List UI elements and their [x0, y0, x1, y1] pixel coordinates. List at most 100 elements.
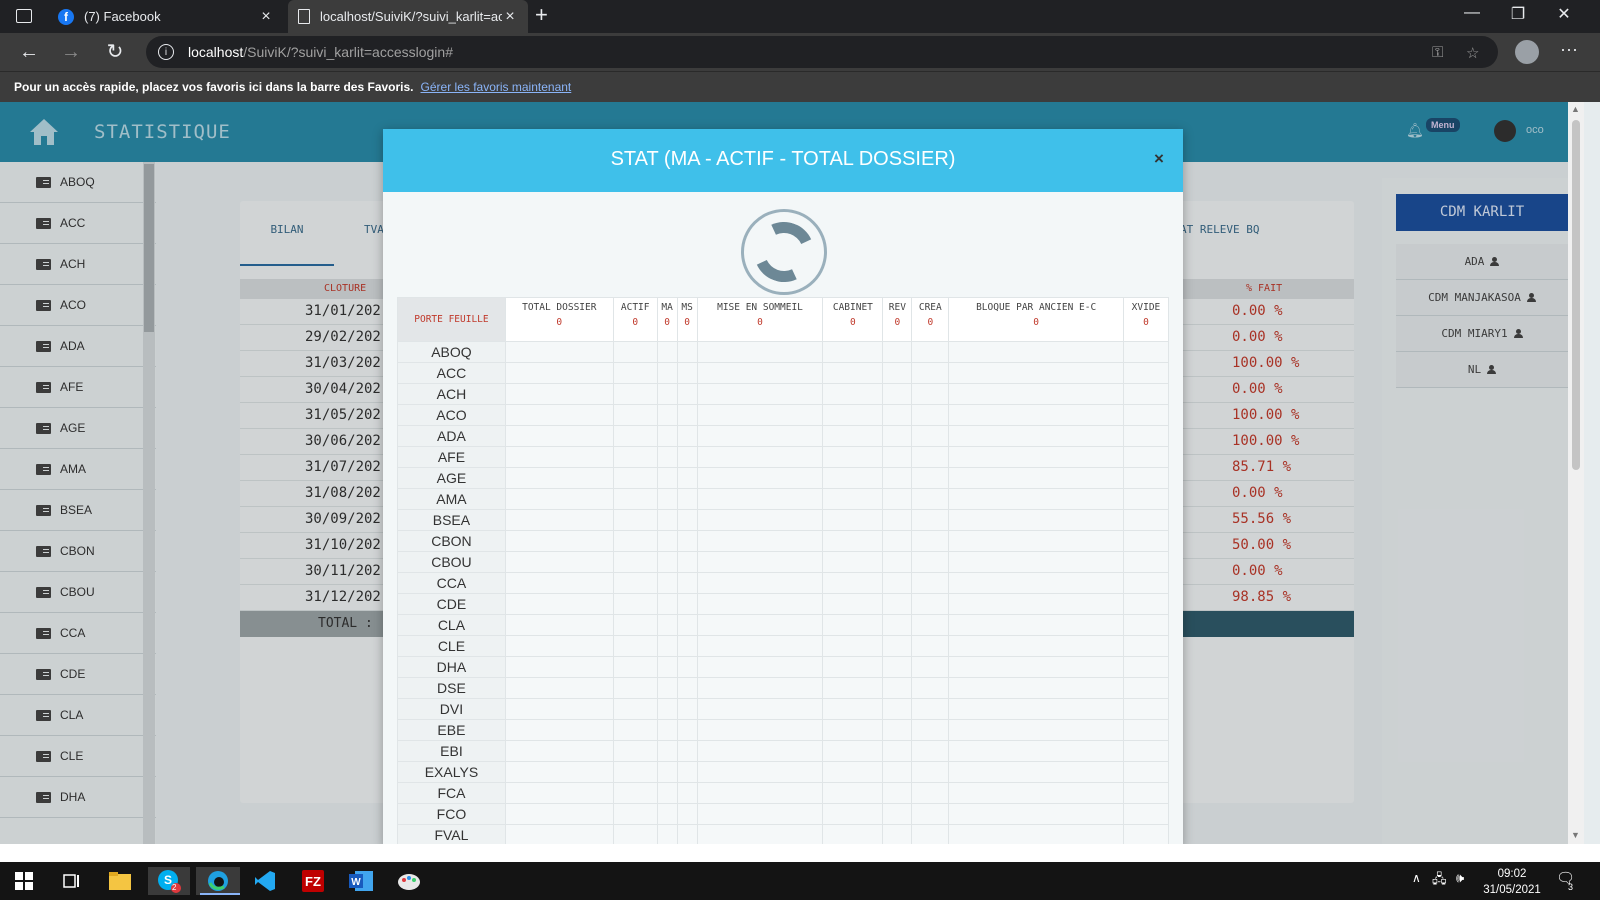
- tab-actions-icon[interactable]: [16, 9, 32, 23]
- word-icon[interactable]: W: [346, 867, 376, 895]
- scroll-up-icon[interactable]: ▲: [1571, 104, 1580, 114]
- volume-icon[interactable]: 🕪︎: [1456, 870, 1464, 886]
- restore-icon[interactable]: ❐: [1498, 4, 1538, 24]
- table-cell: [696, 782, 824, 804]
- page-viewport: STATISTIQUE 🔔︎ Menu oco ABOQ ACC ACH ACO…: [0, 102, 1600, 844]
- table-cell: [504, 803, 614, 825]
- table-cell: [882, 572, 913, 594]
- table-cell: [948, 488, 1124, 510]
- more-options-icon[interactable]: ···: [1560, 39, 1578, 60]
- close-tab-icon[interactable]: ×: [258, 8, 274, 26]
- skype-icon[interactable]: S 2: [148, 867, 190, 895]
- vscode-icon[interactable]: [250, 867, 280, 895]
- table-cell: [948, 446, 1124, 468]
- windows-start-icon[interactable]: [9, 867, 39, 895]
- table-cell: [696, 572, 824, 594]
- table-cell: [504, 488, 614, 510]
- url-field[interactable]: i localhost/SuiviK/?suivi_karlit=accessl…: [146, 36, 1498, 68]
- forward-icon[interactable]: →: [58, 39, 84, 65]
- windows-taskbar: S 2 FZ W ∧ 🖧︎ 🕪︎ 09:02 31/05/2021 🗨︎ 3: [0, 862, 1600, 900]
- portfolio-name: AFE: [397, 446, 506, 468]
- table-row: ABOQ: [397, 341, 1170, 363]
- favorites-bar: Pour un accès rapide, placez vos favoris…: [0, 71, 1600, 102]
- tray-chevron-icon[interactable]: ∧: [1412, 871, 1421, 885]
- table-row: AMA: [397, 488, 1170, 510]
- paint-icon[interactable]: [394, 867, 424, 895]
- table-cell: [911, 614, 950, 636]
- table-cell: [822, 740, 884, 762]
- table-cell: [822, 404, 884, 426]
- key-icon[interactable]: ⚿: [1432, 44, 1443, 61]
- info-icon[interactable]: i: [158, 44, 174, 60]
- vertical-scroll-thumb[interactable]: [1572, 120, 1580, 470]
- table-cell: [948, 614, 1124, 636]
- table-cell: [822, 530, 884, 552]
- scroll-down-icon[interactable]: ▼: [1571, 830, 1580, 840]
- add-favorite-icon[interactable]: ☆: [1466, 44, 1479, 62]
- table-cell: [676, 362, 698, 384]
- col-header: CREA 0: [911, 297, 950, 342]
- table-cell: [656, 677, 678, 699]
- close-icon[interactable]: ×: [1154, 149, 1164, 169]
- table-cell: [911, 467, 950, 489]
- table-cell: [1122, 467, 1170, 489]
- table-cell: [612, 614, 658, 636]
- page-icon: [298, 9, 310, 24]
- profile-avatar[interactable]: [1515, 40, 1539, 64]
- table-cell: [911, 404, 950, 426]
- portfolio-name: AGE: [397, 467, 506, 489]
- back-icon[interactable]: ←: [16, 39, 42, 65]
- table-cell: [504, 572, 614, 594]
- table-cell: [656, 572, 678, 594]
- table-cell: [656, 341, 678, 363]
- table-cell: [504, 614, 614, 636]
- table-cell: [656, 761, 678, 783]
- table-cell: [911, 362, 950, 384]
- table-row: AFE: [397, 446, 1170, 468]
- tab-localhost[interactable]: localhost/SuiviK/?suivi_karlit=acc ×: [288, 0, 528, 33]
- table-cell: [882, 593, 913, 615]
- portfolio-name: ACO: [397, 404, 506, 426]
- table-cell: [882, 677, 913, 699]
- file-explorer-icon[interactable]: [105, 867, 135, 895]
- table-cell: [911, 446, 950, 468]
- table-cell: [882, 782, 913, 804]
- table-cell: [1122, 341, 1170, 363]
- task-view-icon[interactable]: [57, 867, 87, 895]
- window-close-icon[interactable]: ✕: [1544, 4, 1584, 24]
- manage-favorites-link[interactable]: Gérer les favoris maintenant: [421, 80, 572, 94]
- network-icon[interactable]: 🖧︎: [1432, 870, 1447, 892]
- table-cell: [656, 635, 678, 657]
- table-cell: [504, 677, 614, 699]
- clock[interactable]: 09:02 31/05/2021: [1480, 866, 1544, 898]
- table-row: AGE: [397, 467, 1170, 489]
- table-cell: [948, 530, 1124, 552]
- close-tab-icon[interactable]: ×: [502, 8, 518, 26]
- table-cell: [612, 782, 658, 804]
- col-header: REV 0: [882, 297, 913, 342]
- filezilla-icon[interactable]: FZ: [298, 867, 328, 895]
- reload-icon[interactable]: ↻: [102, 39, 128, 65]
- page-vertical-scrollbar[interactable]: ▲ ▼: [1568, 102, 1584, 844]
- table-cell: [882, 341, 913, 363]
- table-cell: [612, 404, 658, 426]
- favorites-hint: Pour un accès rapide, placez vos favoris…: [14, 80, 414, 94]
- table-cell: [911, 551, 950, 573]
- table-cell: [911, 593, 950, 615]
- table-cell: [504, 740, 614, 762]
- table-cell: [882, 635, 913, 657]
- table-cell: [612, 383, 658, 405]
- minimize-icon[interactable]: —: [1452, 4, 1492, 22]
- tab-facebook[interactable]: f (7) Facebook ×: [48, 0, 284, 33]
- table-cell: [696, 404, 824, 426]
- table-cell: [676, 446, 698, 468]
- table-cell: [822, 572, 884, 594]
- table-cell: [656, 467, 678, 489]
- table-cell: [696, 530, 824, 552]
- table-cell: [882, 362, 913, 384]
- table-row: CDE: [397, 593, 1170, 615]
- edge-icon[interactable]: [196, 867, 240, 895]
- new-tab-button[interactable]: +: [535, 2, 548, 28]
- table-cell: [822, 614, 884, 636]
- table-cell: [882, 824, 913, 844]
